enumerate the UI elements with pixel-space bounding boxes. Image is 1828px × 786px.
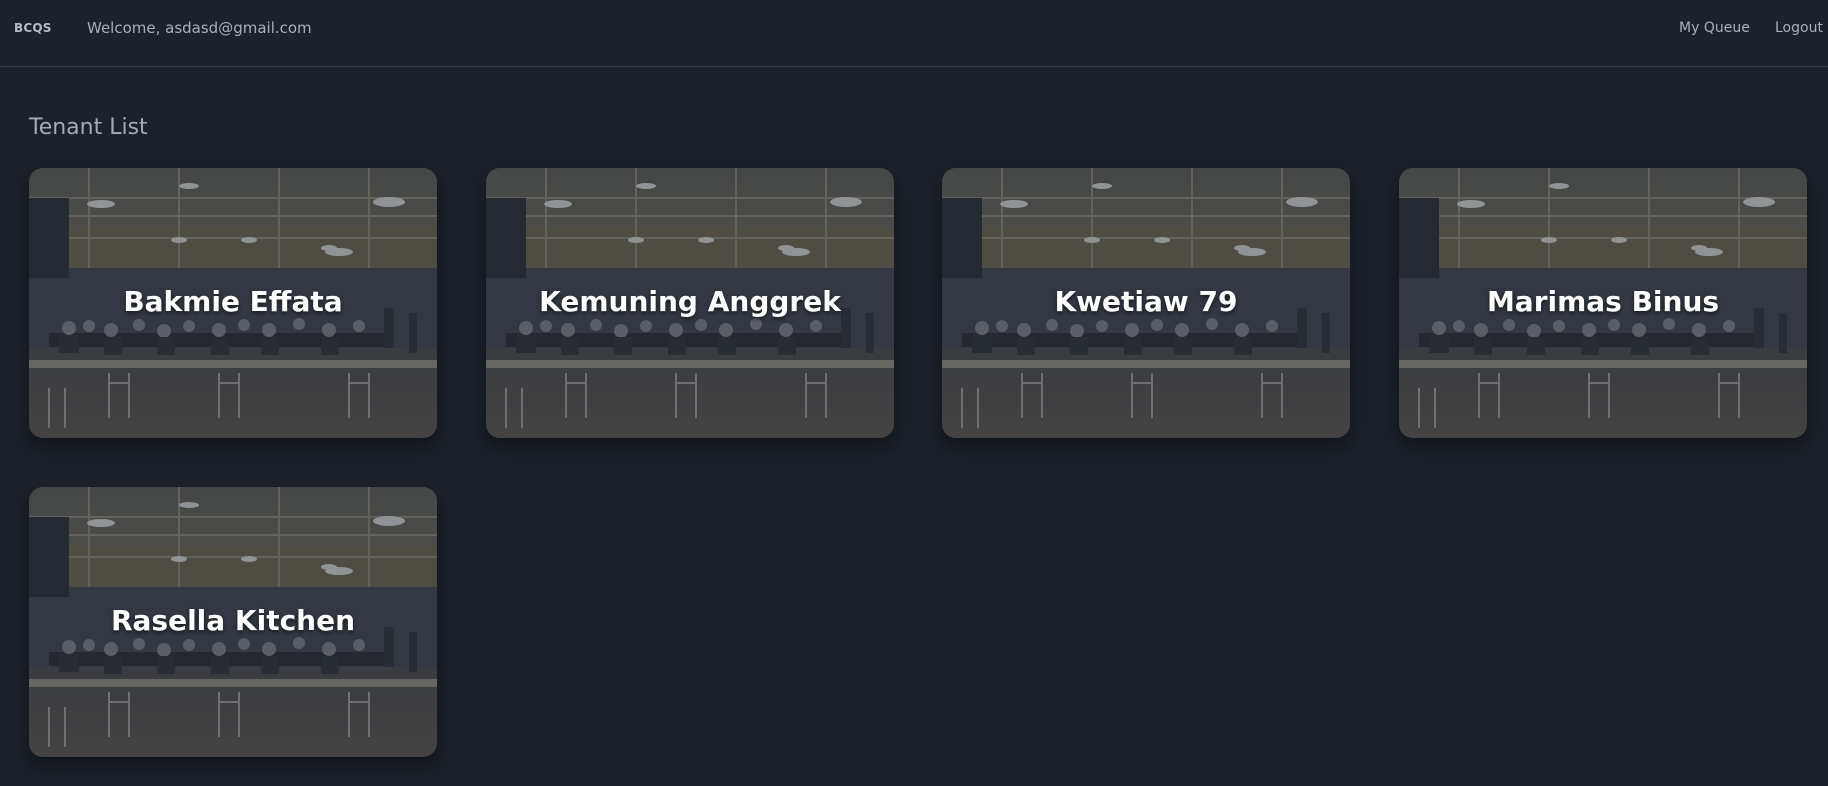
tenant-card[interactable]: Kwetiaw 79 <box>942 168 1350 438</box>
tenant-card[interactable]: Marimas Binus <box>1399 168 1807 438</box>
tenant-name: Kemuning Anggrek <box>539 285 841 318</box>
welcome-text: Welcome, asdasd@gmail.com <box>87 19 312 37</box>
tenant-name: Rasella Kitchen <box>110 604 356 637</box>
tenant-name: Bakmie Effata <box>123 285 343 318</box>
page-title: Tenant List <box>29 115 148 140</box>
tenant-card[interactable]: Rasella Kitchen <box>29 487 437 757</box>
brand-logo[interactable]: BCQS <box>14 21 52 35</box>
tenant-card[interactable]: Bakmie Effata <box>29 168 437 438</box>
tenant-name: Marimas Binus <box>1486 285 1720 318</box>
navbar: BCQS Welcome, asdasd@gmail.com My Queue … <box>0 0 1828 67</box>
tenant-name: Kwetiaw 79 <box>1054 285 1238 318</box>
tenant-card[interactable]: Kemuning Anggrek <box>486 168 894 438</box>
my-queue-link[interactable]: My Queue <box>1679 20 1750 36</box>
logout-link[interactable]: Logout <box>1775 20 1823 36</box>
